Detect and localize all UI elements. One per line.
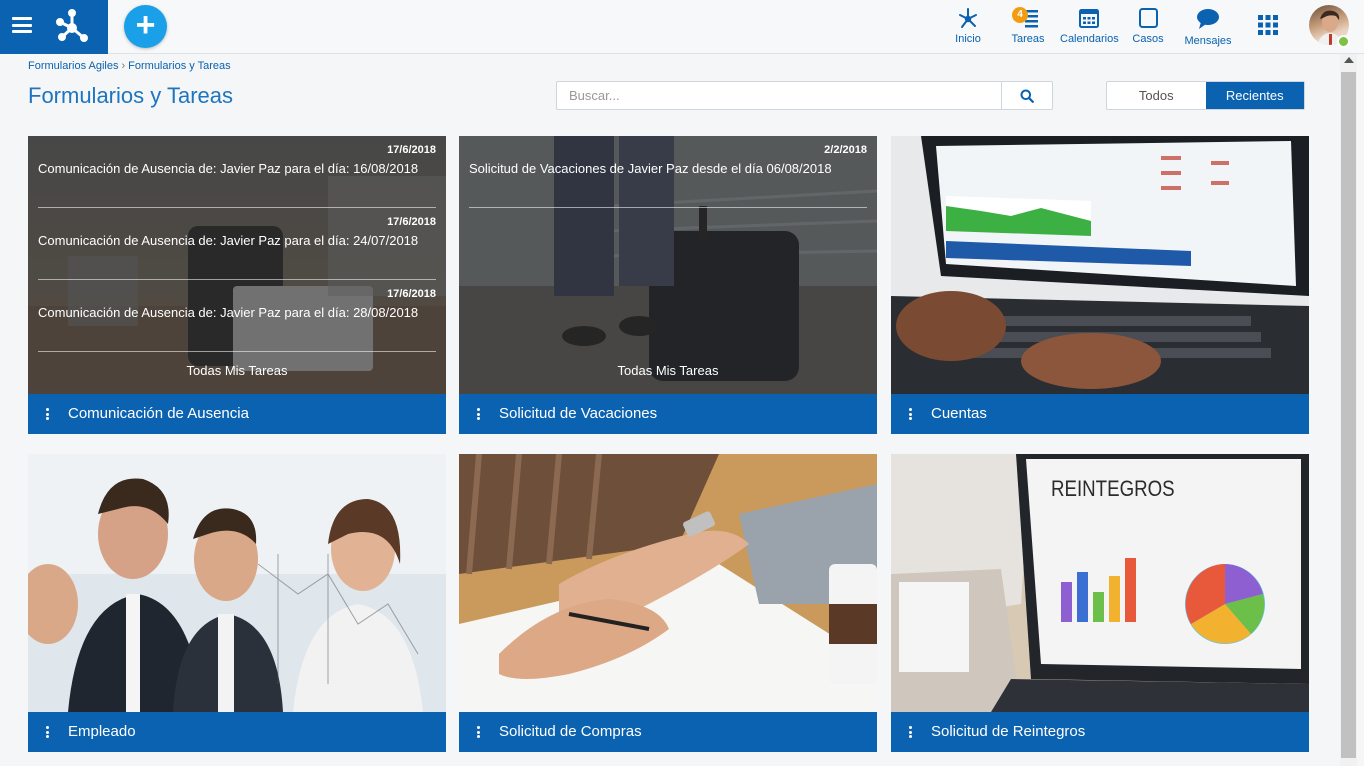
nav-casos[interactable]: Casos	[1132, 6, 1164, 45]
calendar-icon	[1079, 9, 1099, 28]
filter-recientes-button[interactable]: Recientes	[1205, 82, 1304, 109]
kebab-menu-icon[interactable]	[46, 726, 49, 740]
all-tasks-link[interactable]: Todas Mis Tareas	[28, 363, 446, 378]
kebab-menu-icon[interactable]	[909, 726, 912, 740]
search-icon	[1020, 89, 1034, 103]
search-input[interactable]	[557, 82, 1002, 109]
logo-block	[0, 0, 108, 54]
page-title: Formularios y Tareas	[28, 83, 233, 108]
task-text: Comunicación de Ausencia de: Javier Paz …	[38, 305, 419, 320]
top-bar: + Inicio 4 Tareas Calendarios Casos Mens…	[0, 0, 1364, 54]
apps-grid-icon[interactable]	[1258, 15, 1278, 35]
card-image	[459, 454, 877, 712]
nav-label: Tareas	[1011, 33, 1045, 45]
nav-mensajes[interactable]: Mensajes	[1184, 6, 1232, 47]
nav-label: Casos	[1132, 33, 1164, 45]
nav-calendarios[interactable]: Calendarios	[1060, 6, 1119, 45]
breadcrumb-current[interactable]: Formularios y Tareas	[128, 60, 231, 72]
search-box	[556, 81, 1053, 110]
card-footer[interactable]: Solicitud de Vacaciones	[459, 394, 877, 434]
task-item[interactable]: 17/6/2018 Comunicación de Ausencia de: J…	[38, 208, 436, 280]
card-title: Solicitud de Compras	[499, 723, 642, 740]
image-caption: REINTEGROS	[1051, 476, 1175, 501]
card-image: 17/6/2018 Comunicación de Ausencia de: J…	[28, 136, 446, 394]
form-card-solicitud-reintegros[interactable]: REINTEGROS Solicitud de Reintegros	[891, 454, 1309, 752]
card-footer[interactable]: Solicitud de Compras	[459, 712, 877, 752]
card-footer[interactable]: Solicitud de Reintegros	[891, 712, 1309, 752]
nav-label: Mensajes	[1184, 35, 1232, 47]
card-title: Solicitud de Reintegros	[931, 723, 1086, 740]
cases-icon	[1139, 8, 1158, 28]
brand-logo-icon[interactable]	[54, 8, 90, 44]
breadcrumb: Formularios Agiles › Formularios y Tareas	[28, 60, 231, 72]
chat-icon	[1197, 9, 1219, 29]
nav-label: Calendarios	[1060, 33, 1119, 45]
card-image: 2/2/2018 Solicitud de Vacaciones de Javi…	[459, 136, 877, 394]
card-title: Comunicación de Ausencia	[68, 405, 249, 422]
form-card-empleado[interactable]: Empleado	[28, 454, 446, 752]
kebab-menu-icon[interactable]	[909, 408, 912, 422]
task-date: 17/6/2018	[387, 288, 436, 300]
add-new-button[interactable]: +	[124, 5, 167, 48]
tasks-count-badge: 4	[1012, 7, 1028, 23]
all-tasks-link[interactable]: Todas Mis Tareas	[459, 363, 877, 378]
task-text: Comunicación de Ausencia de: Javier Paz …	[38, 161, 419, 176]
form-card-comunicacion-ausencia[interactable]: 17/6/2018 Comunicación de Ausencia de: J…	[28, 136, 446, 434]
network-home-icon	[959, 8, 977, 28]
online-status-indicator	[1337, 35, 1350, 48]
card-title: Solicitud de Vacaciones	[499, 405, 658, 422]
form-card-solicitud-vacaciones[interactable]: 2/2/2018 Solicitud de Vacaciones de Javi…	[459, 136, 877, 434]
filter-todos-button[interactable]: Todos	[1107, 82, 1206, 109]
hamburger-menu-icon[interactable]	[12, 17, 32, 33]
kebab-menu-icon[interactable]	[477, 408, 480, 422]
task-text: Solicitud de Vacaciones de Javier Paz de…	[469, 161, 832, 176]
card-footer[interactable]: Cuentas	[891, 394, 1309, 434]
breadcrumb-separator-icon: ›	[121, 60, 126, 72]
task-item[interactable]: 17/6/2018 Comunicación de Ausencia de: J…	[38, 280, 436, 352]
nav-inicio[interactable]: Inicio	[952, 6, 984, 45]
card-image	[28, 454, 446, 712]
search-button[interactable]	[1001, 82, 1052, 109]
task-date: 17/6/2018	[387, 216, 436, 228]
filter-toggle: Todos Recientes	[1106, 81, 1305, 110]
card-title: Cuentas	[931, 405, 987, 422]
divider	[38, 351, 436, 352]
scroll-thumb[interactable]	[1341, 72, 1356, 758]
task-item[interactable]: 2/2/2018 Solicitud de Vacaciones de Javi…	[469, 136, 867, 208]
form-card-solicitud-compras[interactable]: Solicitud de Compras	[459, 454, 877, 752]
form-card-cuentas[interactable]: Cuentas	[891, 136, 1309, 434]
card-footer[interactable]: Empleado	[28, 712, 446, 752]
scroll-up-arrow-icon[interactable]	[1344, 57, 1354, 63]
kebab-menu-icon[interactable]	[477, 726, 480, 740]
task-text: Comunicación de Ausencia de: Javier Paz …	[38, 233, 419, 248]
card-image: REINTEGROS	[891, 454, 1309, 712]
breadcrumb-link-formularios-agiles[interactable]: Formularios Agiles	[28, 60, 118, 72]
nav-label: Inicio	[955, 33, 981, 45]
card-image	[891, 136, 1309, 394]
task-item[interactable]: 17/6/2018 Comunicación de Ausencia de: J…	[38, 136, 436, 208]
vertical-scrollbar[interactable]	[1340, 54, 1357, 766]
card-title: Empleado	[68, 723, 136, 740]
task-date: 2/2/2018	[824, 144, 867, 156]
card-footer[interactable]: Comunicación de Ausencia	[28, 394, 446, 434]
nav-tareas[interactable]: 4 Tareas	[1010, 6, 1046, 45]
divider	[469, 207, 867, 208]
task-date: 17/6/2018	[387, 144, 436, 156]
kebab-menu-icon[interactable]	[46, 408, 49, 422]
